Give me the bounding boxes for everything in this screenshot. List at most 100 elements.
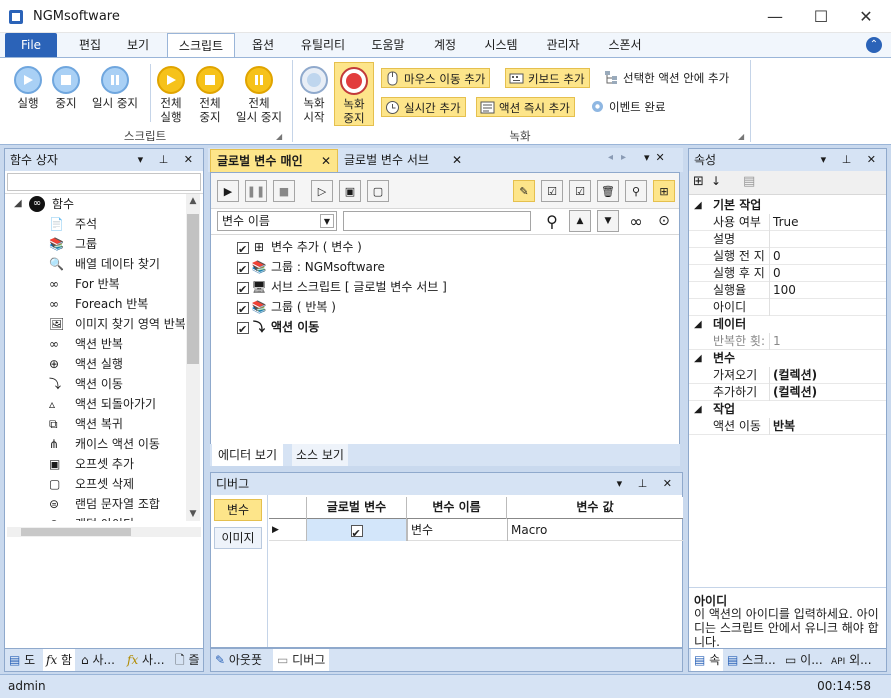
- add-action-now-button[interactable]: 액션 즉시 추가: [476, 97, 575, 117]
- property-value[interactable]: (컬렉션): [773, 367, 817, 384]
- script-node[interactable]: 📚 그룹 ( 반복 ): [237, 297, 336, 320]
- tab-help[interactable]: 도움말: [362, 33, 414, 57]
- arrow-up-icon[interactable]: ▲: [569, 210, 591, 232]
- property-value[interactable]: 0: [773, 265, 781, 282]
- node-checkbox[interactable]: [237, 280, 249, 300]
- function-item[interactable]: ∞ 액션 반복: [49, 334, 123, 354]
- tab-script[interactable]: ▤ 스크...: [727, 649, 776, 671]
- property-value[interactable]: 1: [773, 333, 781, 350]
- maximize-button[interactable]: ☐: [798, 0, 844, 33]
- arrow-down-icon[interactable]: ▼: [597, 210, 619, 232]
- sort-alpha-icon[interactable]: ↓: [711, 174, 721, 188]
- doc-tab-sub[interactable]: 글로벌 변수 서브 ✕: [340, 149, 466, 172]
- step-over-icon[interactable]: ▢: [367, 180, 389, 202]
- dialog-launcher-icon[interactable]: ◢: [276, 132, 282, 141]
- scroll-thumb[interactable]: [187, 214, 199, 364]
- tab-debug[interactable]: ▭ 디버그: [273, 649, 330, 671]
- property-category[interactable]: ◢ 변수: [689, 350, 886, 367]
- play-icon[interactable]: ▶: [217, 180, 239, 202]
- function-item[interactable]: ∞ Foreach 반복: [49, 294, 148, 314]
- property-row[interactable]: 반복한 횟: 1: [689, 333, 886, 350]
- collapse-icon[interactable]: ◢: [694, 197, 702, 214]
- tab-user[interactable]: ⌂ 사...: [81, 649, 115, 671]
- add-mouse-move-button[interactable]: 마우스 이동 추가: [381, 68, 491, 88]
- property-category[interactable]: ◢ 데이터: [689, 316, 886, 333]
- more-icon[interactable]: ⊙: [653, 210, 675, 232]
- script-node[interactable]: ⊞ 변수 추가 ( 변수 ): [237, 237, 362, 260]
- stop-icon[interactable]: ■: [273, 180, 295, 202]
- function-item[interactable]: 📄 주석: [49, 214, 97, 234]
- tab-image[interactable]: ▭ 이...: [785, 649, 823, 671]
- collapse-icon[interactable]: ◢: [694, 316, 702, 333]
- tab-menu-controls[interactable]: ▾✕: [644, 151, 671, 164]
- script-node[interactable]: 📚 그룹 : NGMsoftware: [237, 257, 385, 280]
- tab-scroll-icons[interactable]: ◂▸: [608, 152, 634, 163]
- property-row[interactable]: 가져오기 (컬렉션): [689, 367, 886, 384]
- tab-functions[interactable]: fx 함: [43, 649, 76, 671]
- table-row[interactable]: ▶ 변수 Macro: [269, 519, 683, 545]
- tab-options[interactable]: 옵션: [243, 33, 283, 57]
- property-value[interactable]: 0: [773, 248, 781, 265]
- panel-controls[interactable]: ▾ ⊥ ✕: [617, 473, 678, 495]
- stop-button[interactable]: 중지: [48, 66, 84, 110]
- function-item[interactable]: ▢ 오프셋 삭제: [49, 474, 134, 494]
- collapse-icon[interactable]: ◢: [694, 350, 702, 367]
- chevron-down-icon[interactable]: ▼: [320, 214, 334, 228]
- tab-editor-view[interactable]: 에디터 보기: [212, 444, 284, 466]
- search-icon[interactable]: ⚲: [541, 210, 563, 232]
- add-in-selected-button[interactable]: 선택한 액션 안에 추가: [601, 68, 733, 88]
- function-item[interactable]: ⤵ 액션 이동: [49, 374, 123, 394]
- debug-tab-variables[interactable]: 변수: [214, 499, 262, 521]
- node-checkbox[interactable]: [237, 240, 249, 260]
- loop-icon[interactable]: ∞: [625, 210, 647, 232]
- categorized-icon[interactable]: ⊞: [693, 174, 704, 189]
- step-icon[interactable]: ▷: [311, 180, 333, 202]
- close-tab-icon[interactable]: ✕: [321, 150, 331, 172]
- tab-view[interactable]: 보기: [118, 33, 158, 57]
- add-keyboard-button[interactable]: 키보드 추가: [505, 68, 590, 88]
- tab-utility[interactable]: 유틸리티: [293, 33, 353, 57]
- check-icon[interactable]: ☑: [569, 180, 591, 202]
- collapse-ribbon-icon[interactable]: ⌃: [866, 37, 882, 53]
- pause-icon[interactable]: ❚❚: [245, 180, 267, 202]
- function-list-scrollbar[interactable]: ▲ ▼: [186, 194, 200, 521]
- column-var-name[interactable]: 변수 이름: [407, 497, 507, 519]
- function-item[interactable]: 🔍 배열 데이타 찾기: [49, 254, 160, 274]
- stop-all-button[interactable]: 전체 중지: [191, 66, 229, 124]
- pause-all-button[interactable]: 전체 일시 중지: [231, 66, 287, 124]
- search-icon[interactable]: ⚲: [625, 180, 647, 202]
- tab-toolbox[interactable]: ▤ 도: [9, 649, 35, 671]
- function-item[interactable]: ⊜ 랜덤 문자열 조합: [49, 494, 160, 514]
- property-value[interactable]: True: [773, 214, 799, 231]
- property-row[interactable]: 실행 전 지 0: [689, 248, 886, 265]
- horizontal-scrollbar[interactable]: [7, 527, 201, 537]
- close-tab-icon[interactable]: ✕: [452, 149, 462, 171]
- property-value[interactable]: 100: [773, 282, 796, 299]
- collapse-icon[interactable]: ◢: [694, 401, 702, 418]
- run-button[interactable]: 실행: [8, 66, 48, 110]
- global-checkbox[interactable]: [307, 519, 407, 545]
- node-checkbox[interactable]: [237, 260, 249, 280]
- step-into-icon[interactable]: ▣: [339, 180, 361, 202]
- panel-controls[interactable]: ▾ ⊥ ✕: [821, 149, 882, 171]
- function-item[interactable]: ⧉ 액션 복귀: [49, 414, 123, 434]
- tab-file[interactable]: File: [5, 33, 57, 57]
- node-checkbox[interactable]: [237, 300, 249, 320]
- function-item[interactable]: ⋔ 캐이스 액션 이동: [49, 434, 160, 454]
- delete-icon[interactable]: 🗑: [597, 180, 619, 202]
- function-item[interactable]: ▵ 액션 되돌아가기: [49, 394, 156, 414]
- record-start-button[interactable]: 녹화 시작: [296, 66, 332, 124]
- tab-favorites[interactable]: 🗋 즐: [175, 649, 200, 671]
- tab-source-view[interactable]: 소스 보기: [292, 444, 348, 466]
- tab-output[interactable]: ✎ 아웃풋: [215, 649, 262, 671]
- pause-button[interactable]: 일시 중지: [87, 66, 143, 110]
- editor-search-input[interactable]: [343, 211, 531, 231]
- tab-properties[interactable]: ▤ 속: [691, 649, 724, 671]
- minimize-button[interactable]: —: [752, 0, 798, 33]
- property-row[interactable]: 실행 후 지 0: [689, 265, 886, 282]
- variable-name-dropdown[interactable]: 변수 이름 ▼: [217, 211, 337, 231]
- property-row[interactable]: 사용 여부 True: [689, 214, 886, 231]
- property-row[interactable]: 아이디: [689, 299, 886, 316]
- column-global[interactable]: 글로벌 변수: [307, 497, 407, 519]
- close-button[interactable]: ✕: [843, 0, 889, 33]
